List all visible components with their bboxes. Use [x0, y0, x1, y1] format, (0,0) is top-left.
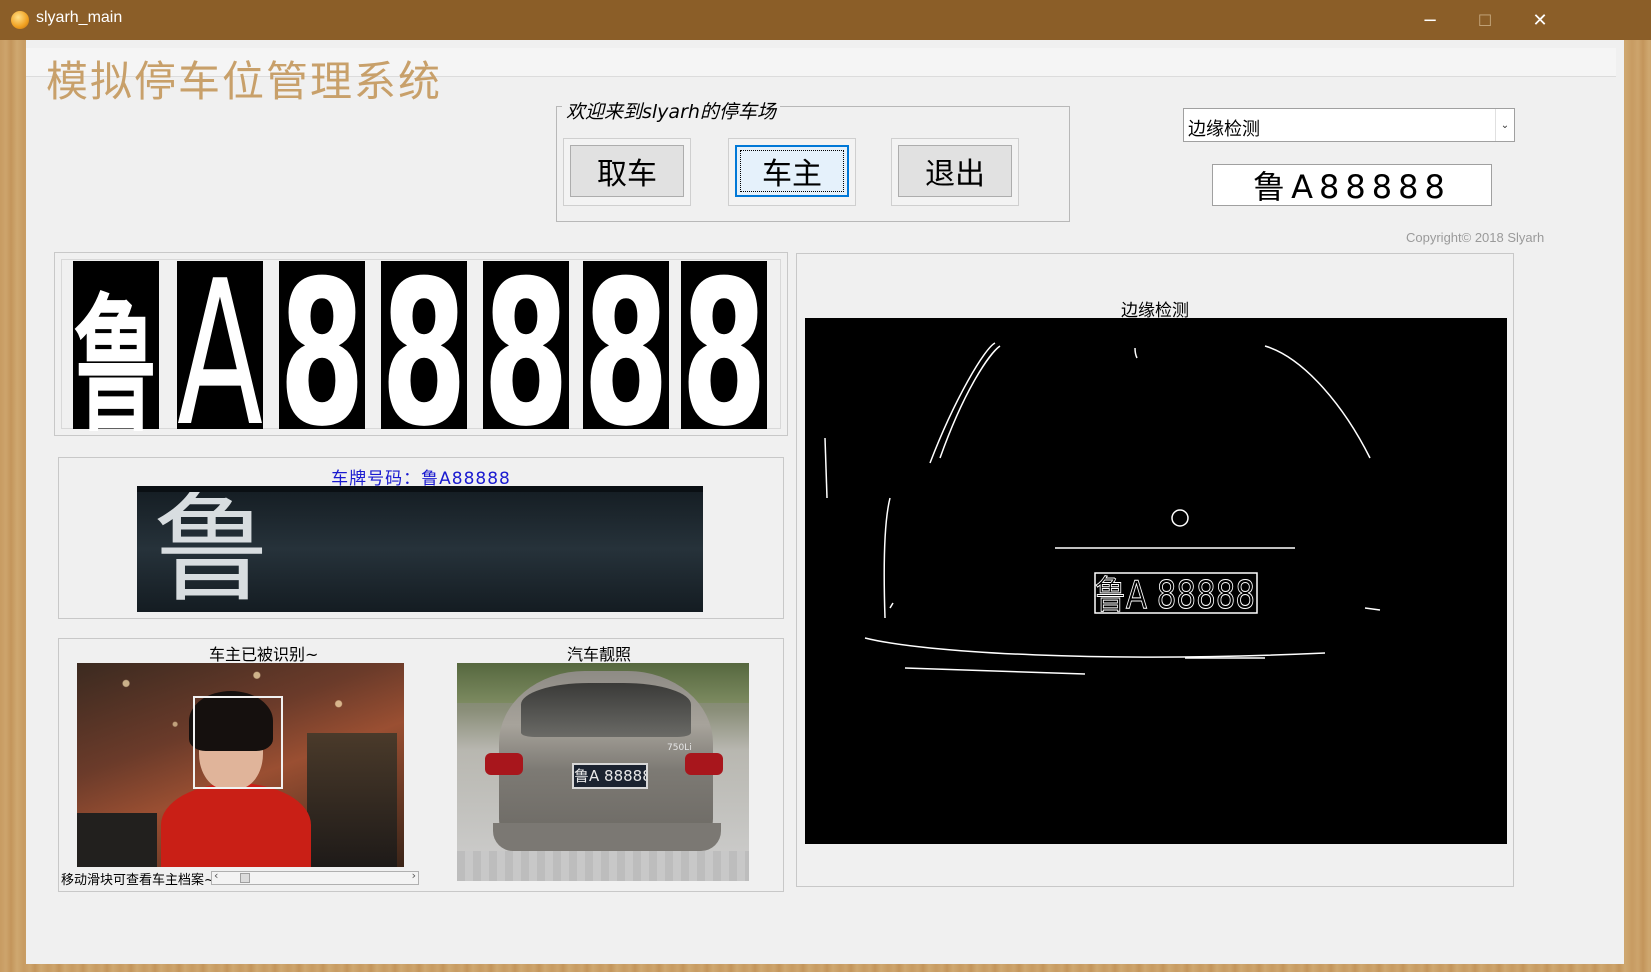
copyright-text: Copyright© 2018 Slyarh	[1406, 230, 1545, 245]
slider-left-arrow-icon[interactable]: ‹	[214, 869, 218, 882]
car-caption: 汽车靓照	[567, 645, 632, 664]
edge-detection-panel: 边缘检测 鲁A 88888	[796, 253, 1514, 887]
maximize-button: ☐	[1477, 10, 1493, 30]
segmented-characters-panel: 鲁 A 8 8 8 8 8	[54, 252, 788, 436]
car-photo: 鲁A 88888 750Li	[457, 663, 749, 881]
exit-button-frame: 退出	[891, 138, 1019, 206]
owner-photo	[77, 663, 404, 867]
edge-detection-image: 鲁A 88888	[805, 318, 1507, 844]
segment-char-6: 8	[583, 259, 669, 431]
segment-char-2: A	[177, 259, 263, 431]
plate-crop-image: 鲁A88888	[137, 486, 703, 612]
mode-select-value: 边缘检测	[1188, 119, 1260, 140]
owner-button[interactable]: 车主	[735, 145, 849, 197]
segment-char-4: 8	[381, 259, 467, 431]
mode-select[interactable]: 边缘检测 ⌄	[1183, 108, 1515, 142]
main-client-area: 模拟停车位管理系统 欢迎来到slyarh的停车场 取车 车主 退出 边缘检测 ⌄…	[26, 40, 1624, 964]
model-badge: 750Li	[667, 743, 692, 753]
segment-char-1: 鲁	[74, 281, 158, 431]
window-titlebar[interactable]: slyarh_main − ☐ ✕	[0, 0, 1651, 40]
exit-button[interactable]: 退出	[898, 145, 1012, 197]
close-button[interactable]: ✕	[1511, 0, 1569, 40]
slider-hint: 移动滑块可查看车主档案~	[61, 873, 215, 888]
slider-thumb[interactable]	[240, 873, 250, 883]
app-title: 模拟停车位管理系统	[46, 57, 443, 106]
segment-char-5: 8	[483, 259, 569, 431]
plate-crop-text: 鲁A88888	[153, 486, 271, 612]
pickup-button-frame: 取车	[563, 138, 691, 206]
segment-char-7: 8	[681, 259, 767, 431]
chevron-down-icon[interactable]: ⌄	[1495, 109, 1514, 141]
face-detection-box	[193, 696, 283, 789]
window-title: slyarh_main	[36, 9, 123, 26]
welcome-legend: 欢迎来到slyarh的停车场	[562, 97, 780, 124]
plate-panel: 车牌号码：鲁A88888 鲁A88888	[58, 457, 784, 619]
edge-lines: 鲁A 88888	[824, 342, 1381, 675]
minimize-button[interactable]: −	[1401, 0, 1459, 40]
owner-caption: 车主已被识别~	[209, 645, 319, 664]
segmented-characters-image: 鲁 A 8 8 8 8 8	[73, 259, 767, 431]
owner-car-panel: 车主已被识别~ 汽车靓照 鲁A 88888 750Li 移动滑块可查看车主档案~…	[58, 638, 784, 892]
car-plate: 鲁A 88888	[572, 763, 648, 789]
owner-archive-slider[interactable]: ‹ ›	[211, 869, 419, 885]
pickup-car-button[interactable]: 取车	[570, 145, 684, 197]
segment-char-3: 8	[279, 259, 365, 431]
edge-plate-text: 鲁A 88888	[1095, 573, 1255, 617]
app-icon	[11, 11, 29, 29]
owner-button-frame: 车主	[728, 138, 856, 206]
plate-result-field: 鲁A88888	[1212, 164, 1492, 206]
slider-right-arrow-icon[interactable]: ›	[412, 869, 416, 882]
